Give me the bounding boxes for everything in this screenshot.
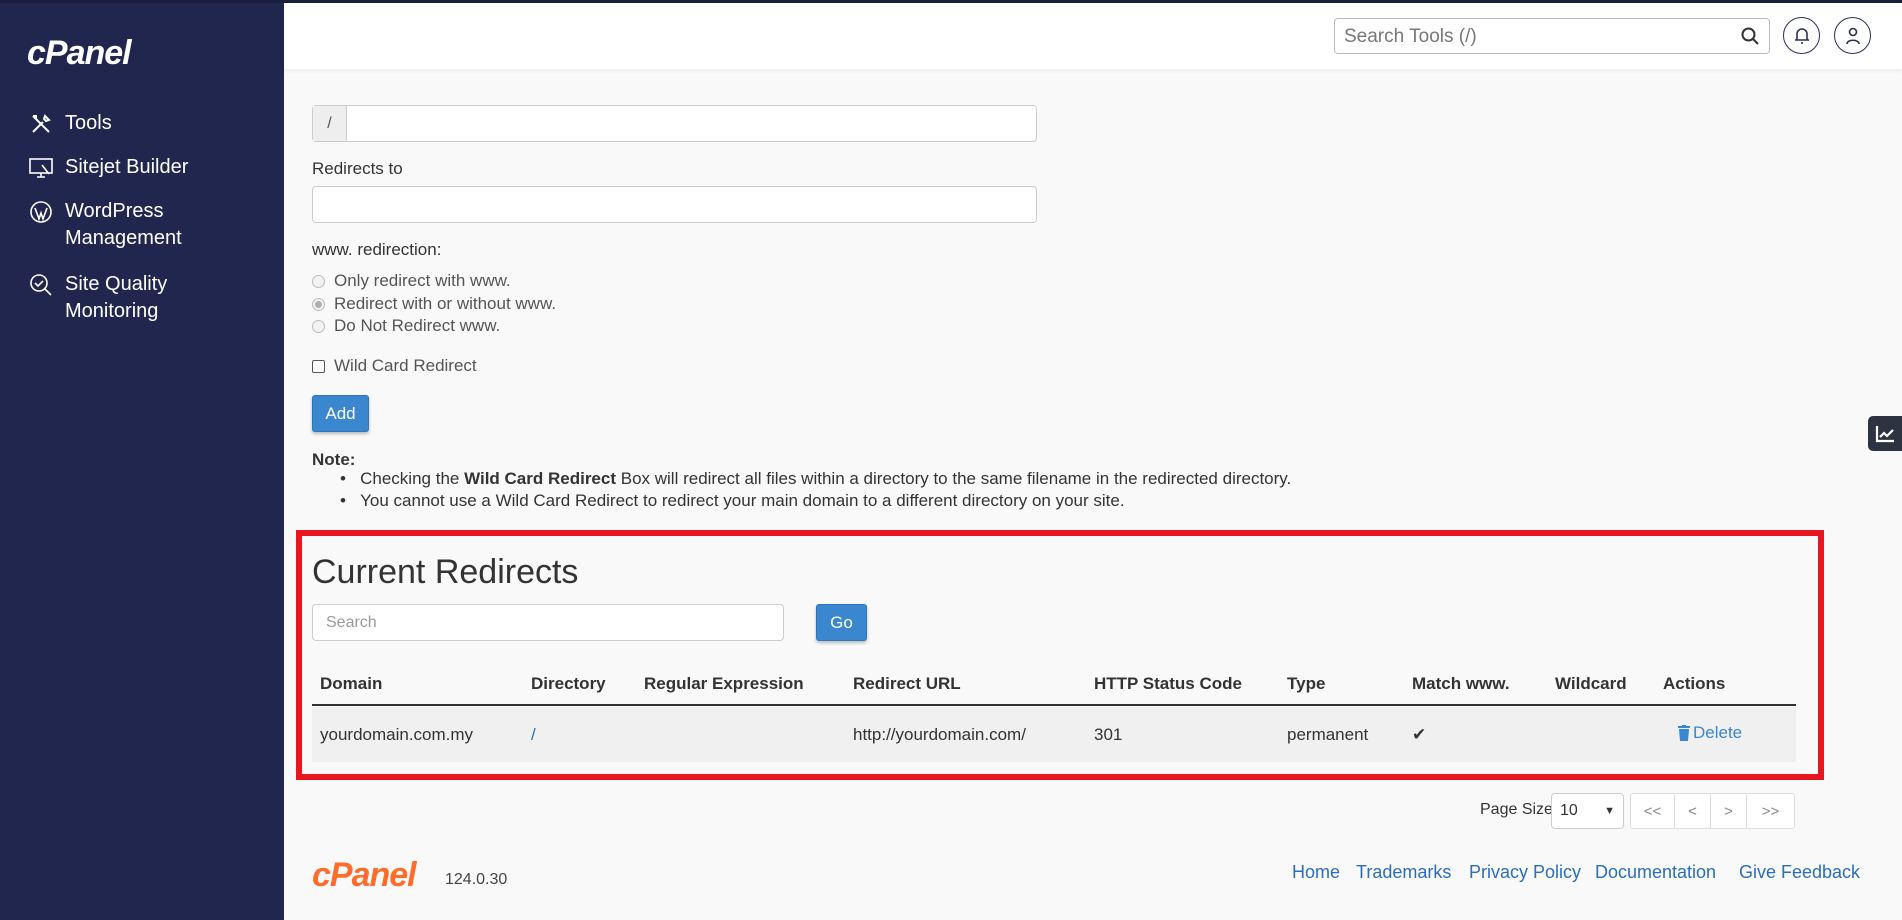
path-prefix: / <box>313 106 347 141</box>
user-menu-button[interactable] <box>1834 17 1871 54</box>
note-text: Checking the <box>360 469 464 488</box>
page-size-label: Page Size <box>1480 801 1553 819</box>
notifications-button[interactable] <box>1783 17 1820 54</box>
wordpress-icon <box>29 200 53 224</box>
chart-line-icon <box>1875 425 1895 443</box>
radio-label: Do Not Redirect www. <box>334 316 500 336</box>
sitejet-icon <box>29 156 53 180</box>
column-header: Regular Expression <box>644 674 804 694</box>
sidebar-item-site-quality[interactable]: Site Quality Monitoring <box>29 271 229 325</box>
trash-icon <box>1678 725 1690 741</box>
sidebar-item-label: Sitejet Builder <box>65 154 188 181</box>
note-title: Note: <box>312 450 355 470</box>
table-header-divider <box>312 704 1796 706</box>
footer-link-feedback[interactable]: Give Feedback <box>1739 862 1860 883</box>
footer-link-privacy[interactable]: Privacy Policy <box>1469 862 1581 883</box>
last-page-button[interactable]: >> <box>1746 793 1795 829</box>
cpanel-logo[interactable]: cPanel <box>27 34 131 73</box>
bell-icon <box>1794 27 1810 45</box>
column-header: Domain <box>320 674 382 694</box>
cell-status-code: 301 <box>1094 725 1122 745</box>
column-header: Wildcard <box>1555 674 1627 694</box>
footer-link-trademarks[interactable]: Trademarks <box>1356 862 1451 883</box>
radio-with-or-without-www[interactable] <box>312 298 325 311</box>
search-icon[interactable] <box>1740 26 1760 46</box>
footer-link-home[interactable]: Home <box>1292 862 1340 883</box>
footer-link-documentation[interactable]: Documentation <box>1595 862 1716 883</box>
note-bold: Wild Card Redirect <box>464 469 616 488</box>
column-header: Actions <box>1663 674 1725 694</box>
column-header: Type <box>1287 674 1325 694</box>
go-button[interactable]: Go <box>816 604 867 641</box>
redirects-to-input[interactable] <box>312 186 1037 223</box>
user-icon <box>1845 27 1861 45</box>
www-redirection-label: www. redirection: <box>312 240 441 260</box>
chevron-down-icon: ▼ <box>1604 805 1615 817</box>
radio-only-www[interactable] <box>312 275 325 288</box>
path-input[interactable] <box>347 106 1036 141</box>
cell-domain: yourdomain.com.my <box>320 725 473 745</box>
tools-icon <box>29 112 53 136</box>
stats-button[interactable] <box>1868 416 1902 451</box>
column-header: Match www. <box>1412 674 1510 694</box>
site-quality-icon <box>29 273 53 297</box>
sidebar-item-label: Tools <box>65 110 112 137</box>
version-text: 124.0.30 <box>445 871 507 889</box>
current-redirects-title: Current Redirects <box>312 553 578 592</box>
path-input-group: / <box>312 105 1037 142</box>
prev-page-button[interactable]: < <box>1674 793 1711 829</box>
radio-label: Redirect with or without www. <box>334 294 556 314</box>
note-text: You cannot use a Wild Card Redirect to r… <box>360 491 1124 510</box>
first-page-button[interactable]: << <box>1630 793 1675 829</box>
cell-type: permanent <box>1287 725 1368 745</box>
sidebar-item-wordpress[interactable]: WordPress Management <box>29 198 229 252</box>
delete-label: Delete <box>1693 723 1742 743</box>
page-size-value: 10 <box>1560 802 1578 820</box>
column-header: Redirect URL <box>853 674 961 694</box>
page-size-select[interactable]: 10 ▼ <box>1551 793 1624 829</box>
note-item: • You cannot use a Wild Card Redirect to… <box>340 491 1125 511</box>
wildcard-label: Wild Card Redirect <box>334 356 477 376</box>
redirects-search-input[interactable]: Search <box>312 604 784 641</box>
next-page-button[interactable]: > <box>1710 793 1747 829</box>
cell-redirect-url: http://yourdomain.com/ <box>853 725 1026 745</box>
delete-link[interactable]: Delete <box>1678 723 1742 743</box>
sidebar-item-sitejet[interactable]: Sitejet Builder <box>29 154 188 181</box>
radio-do-not-redirect-www[interactable] <box>312 320 325 333</box>
radio-label: Only redirect with www. <box>334 271 511 291</box>
column-header: Directory <box>531 674 606 694</box>
sidebar: cPanel Tools Sitejet Builder WordPress M… <box>0 0 284 920</box>
wildcard-checkbox[interactable] <box>312 360 325 373</box>
note-item: • Checking the Wild Card Redirect Box wi… <box>340 469 1291 489</box>
sidebar-item-label: Site Quality Monitoring <box>65 271 229 325</box>
footer-cpanel-logo: cPanel <box>312 856 416 895</box>
add-button[interactable]: Add <box>312 395 369 432</box>
note-text: Box will redirect all files within a dir… <box>616 469 1291 488</box>
cell-directory-link[interactable]: / <box>531 725 536 745</box>
sidebar-item-tools[interactable]: Tools <box>29 110 112 137</box>
redirects-to-label: Redirects to <box>312 159 403 179</box>
sidebar-item-label: WordPress Management <box>65 198 229 252</box>
column-header: HTTP Status Code <box>1094 674 1242 694</box>
search-tools-input[interactable]: Search Tools (/) <box>1334 18 1770 54</box>
check-icon: ✔ <box>1412 725 1426 745</box>
